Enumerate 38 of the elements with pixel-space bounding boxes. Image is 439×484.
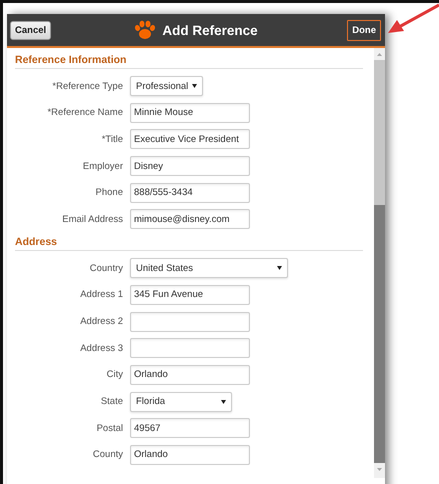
dialog-title: Add Reference (162, 22, 258, 38)
input-field[interactable]: mimouse@disney.com (130, 209, 250, 230)
field-label: County (92, 449, 123, 460)
field-label: *Reference Name (46, 107, 123, 118)
field-label: State (100, 396, 123, 408)
field-label: *Reference Type (51, 80, 123, 92)
caret-icon (221, 400, 226, 404)
field-label: Phone (94, 187, 123, 198)
input-field[interactable] (130, 312, 250, 332)
dropdown[interactable]: United States (130, 258, 288, 278)
input-field[interactable]: Disney (130, 156, 250, 176)
input-field[interactable]: Orlando (130, 364, 250, 385)
done-button[interactable]: Done (347, 20, 381, 40)
field-label: Address 1 (79, 289, 123, 300)
input-field[interactable]: 345 Fun Avenue (130, 284, 250, 305)
section-title: Reference Information (15, 54, 363, 69)
scrollbar[interactable] (374, 48, 385, 478)
input-field[interactable]: 888/555-3434 (130, 182, 250, 203)
field-label: Email Address (61, 214, 123, 225)
dropdown[interactable]: Florida (130, 392, 232, 412)
paw-icon (134, 20, 156, 40)
input-field[interactable]: Minnie Mouse (130, 102, 250, 123)
field-label: Postal (96, 422, 123, 434)
field-label: City (106, 369, 123, 380)
field-label: Employer (82, 160, 123, 172)
caret-icon (192, 84, 197, 88)
input-field[interactable]: Orlando (130, 444, 250, 465)
section-title: Address (15, 236, 363, 252)
input-field[interactable] (130, 338, 250, 358)
field-label: *Title (100, 134, 123, 145)
input-field[interactable]: Executive Vice President (130, 129, 250, 150)
caret-icon (277, 266, 282, 270)
cancel-button[interactable]: Cancel (10, 20, 52, 40)
field-label: Address 2 (79, 316, 123, 327)
field-label: Country (88, 262, 123, 274)
input-field[interactable]: 49567 (130, 418, 250, 438)
field-label: Address 3 (79, 342, 123, 354)
dropdown[interactable]: Professional (130, 76, 203, 96)
